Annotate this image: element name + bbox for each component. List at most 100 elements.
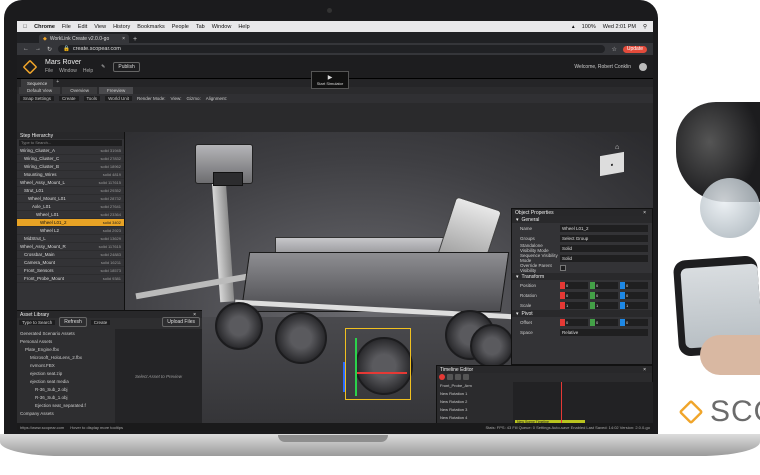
standalone-visibility-select[interactable]: Solid: [560, 244, 648, 252]
general-section[interactable]: ▾ General: [512, 216, 652, 223]
project-menu-file[interactable]: File: [45, 68, 53, 74]
publish-button[interactable]: Publish: [113, 61, 140, 72]
asset-tree-item[interactable]: ejection seat.zip: [17, 369, 115, 377]
start-simulator-button[interactable]: ▶ Start Simulator: [311, 71, 349, 89]
rover-wheel[interactable]: [215, 302, 263, 350]
hierarchy-row[interactable]: Front_Probe_Mount solid 9381: [17, 275, 124, 283]
create-asset-dropdown[interactable]: Create: [90, 319, 111, 325]
hierarchy-row[interactable]: Wheel_Assy_Mount_R solid 117615: [17, 243, 124, 251]
stop-button[interactable]: [463, 374, 469, 380]
hierarchy-row[interactable]: Crossbar_Main solid 24883: [17, 251, 124, 259]
hierarchy-row[interactable]: Mounting_Wires solid 4819: [17, 171, 124, 179]
rover-wheel[interactable]: [470, 324, 514, 368]
rotation-z-field[interactable]: 0: [620, 291, 648, 299]
hierarchy-row[interactable]: Wheel_Mount_L01 solid 28732: [17, 195, 124, 203]
tab-sequence[interactable]: Sequence: [21, 79, 54, 87]
transform-section[interactable]: ▾ Transform: [512, 273, 652, 280]
gizmo-z-axis[interactable]: [343, 362, 345, 392]
back-icon[interactable]: ←: [23, 46, 29, 52]
position-y-field[interactable]: 0: [590, 281, 618, 289]
record-button[interactable]: [439, 374, 445, 380]
hierarchy-row[interactable]: Wheel L01_2 solid 3402: [17, 219, 124, 227]
asset-tree-item[interactable]: Plate_Engine.fbx: [17, 345, 115, 353]
project-menu-window[interactable]: Window: [59, 68, 77, 74]
menu-edit[interactable]: Edit: [78, 24, 87, 30]
asset-tree-item[interactable]: Company Assets: [17, 409, 115, 417]
hierarchy-row[interactable]: Wheel_Assy_Mount_L solid 117615: [17, 179, 124, 187]
close-timeline-icon[interactable]: ×: [643, 367, 649, 373]
address-bar[interactable]: 🔒 create.scopear.com: [58, 45, 606, 53]
hierarchy-row[interactable]: Wiring_Cluster_A solid 31945: [17, 147, 124, 155]
menu-people[interactable]: People: [172, 24, 189, 30]
update-button[interactable]: Update: [622, 45, 647, 53]
offset-z-field[interactable]: 0: [620, 318, 648, 326]
hierarchy-row[interactable]: MidStrut_L solid 13629: [17, 235, 124, 243]
asset-tree-item[interactable]: Ejection seat_separated.f: [17, 401, 115, 409]
snap-settings-dropdown[interactable]: Snap Settings: [20, 96, 55, 101]
position-z-field[interactable]: 0: [620, 281, 648, 289]
menu-help[interactable]: Help: [238, 24, 249, 30]
add-tab-icon[interactable]: +: [56, 79, 59, 87]
hierarchy-search-input[interactable]: Type to Search...: [19, 140, 122, 146]
hierarchy-row[interactable]: Wheel L2 solid 2923: [17, 227, 124, 235]
scale-x-field[interactable]: 1: [560, 301, 588, 309]
rotation-y-field[interactable]: 0: [590, 291, 618, 299]
sequence-visibility-select[interactable]: Solid: [560, 254, 648, 262]
name-field[interactable]: Wheel L01_2: [560, 224, 648, 232]
clock[interactable]: Wed 2:01 PM: [603, 24, 636, 30]
tab-freeview[interactable]: Freeview: [98, 87, 134, 94]
hierarchy-row[interactable]: Axle_L01 solid 27641: [17, 203, 124, 211]
asset-tree-item[interactable]: Generated Scenario Assets: [17, 329, 115, 337]
menu-window[interactable]: Window: [212, 24, 232, 30]
edit-pencil-icon[interactable]: ✎: [101, 64, 105, 70]
upload-files-button[interactable]: Upload Files: [162, 317, 200, 327]
close-tab-icon[interactable]: ×: [122, 36, 125, 42]
asset-tree-item[interactable]: R-36_Sub_2.obj: [17, 385, 115, 393]
asset-tree-item[interactable]: Microsoft_HoloLens_2.fbx: [17, 353, 115, 361]
rover-camera-lens[interactable]: [213, 172, 243, 186]
reload-icon[interactable]: ↻: [47, 46, 52, 53]
hierarchy-row[interactable]: Camera_Mount solid 16211: [17, 259, 124, 267]
create-dropdown[interactable]: Create: [59, 96, 79, 101]
rotation-x-field[interactable]: 0: [560, 291, 588, 299]
menu-history[interactable]: History: [113, 24, 130, 30]
project-menu-help[interactable]: Help: [83, 68, 93, 74]
menu-tab[interactable]: Tab: [196, 24, 205, 30]
tab-default-view[interactable]: Default View: [19, 87, 61, 94]
world-unit-dropdown[interactable]: World Unit: [105, 96, 132, 101]
groups-select[interactable]: Select Group: [560, 234, 648, 242]
menu-bookmarks[interactable]: Bookmarks: [137, 24, 165, 30]
asset-tree-item[interactable]: Personal Assets: [17, 337, 115, 345]
navigation-cube[interactable]: ■: [600, 151, 624, 177]
pause-button[interactable]: [455, 374, 461, 380]
apple-icon[interactable]: : [23, 24, 27, 30]
hierarchy-row[interactable]: Strut_L01 solid 29352: [17, 187, 124, 195]
scale-y-field[interactable]: 1: [590, 301, 618, 309]
app-name[interactable]: Chrome: [34, 24, 55, 30]
asset-tree-item[interactable]: nvmont.FBX: [17, 361, 115, 369]
scale-z-field[interactable]: 1: [620, 301, 648, 309]
hierarchy-row[interactable]: Wheel_L01 solid 23364: [17, 211, 124, 219]
home-view-icon[interactable]: ⌂: [615, 144, 619, 151]
refresh-button[interactable]: Refresh: [59, 317, 87, 327]
menu-file[interactable]: File: [62, 24, 71, 30]
close-properties-icon[interactable]: ×: [643, 210, 649, 216]
hierarchy-row[interactable]: Wiring_Cluster_B solid 18962: [17, 163, 124, 171]
browser-tab[interactable]: ◆ WorkLink Create v2.0.0-go ×: [39, 34, 129, 43]
tab-overview[interactable]: Overview: [62, 87, 97, 94]
rover-wheel[interactable]: [275, 312, 327, 364]
space-select[interactable]: Relative: [560, 328, 648, 336]
asset-tree-item[interactable]: R-36_Sub_1.obj: [17, 393, 115, 401]
override-checkbox[interactable]: [560, 265, 566, 271]
offset-y-field[interactable]: 0: [590, 318, 618, 326]
user-avatar-icon[interactable]: [639, 62, 647, 71]
asset-tree-item[interactable]: ejection seat media: [17, 377, 115, 385]
gizmo-x-axis[interactable]: [357, 372, 407, 374]
pivot-section[interactable]: ▾ Pivot: [512, 310, 652, 317]
position-x-field[interactable]: 0: [560, 281, 588, 289]
forward-icon[interactable]: →: [35, 46, 41, 52]
gizmo-y-axis[interactable]: [355, 338, 357, 396]
menu-view[interactable]: View: [94, 24, 106, 30]
search-icon[interactable]: ⚲: [643, 24, 647, 30]
project-name[interactable]: Mars Rover: [45, 59, 93, 66]
